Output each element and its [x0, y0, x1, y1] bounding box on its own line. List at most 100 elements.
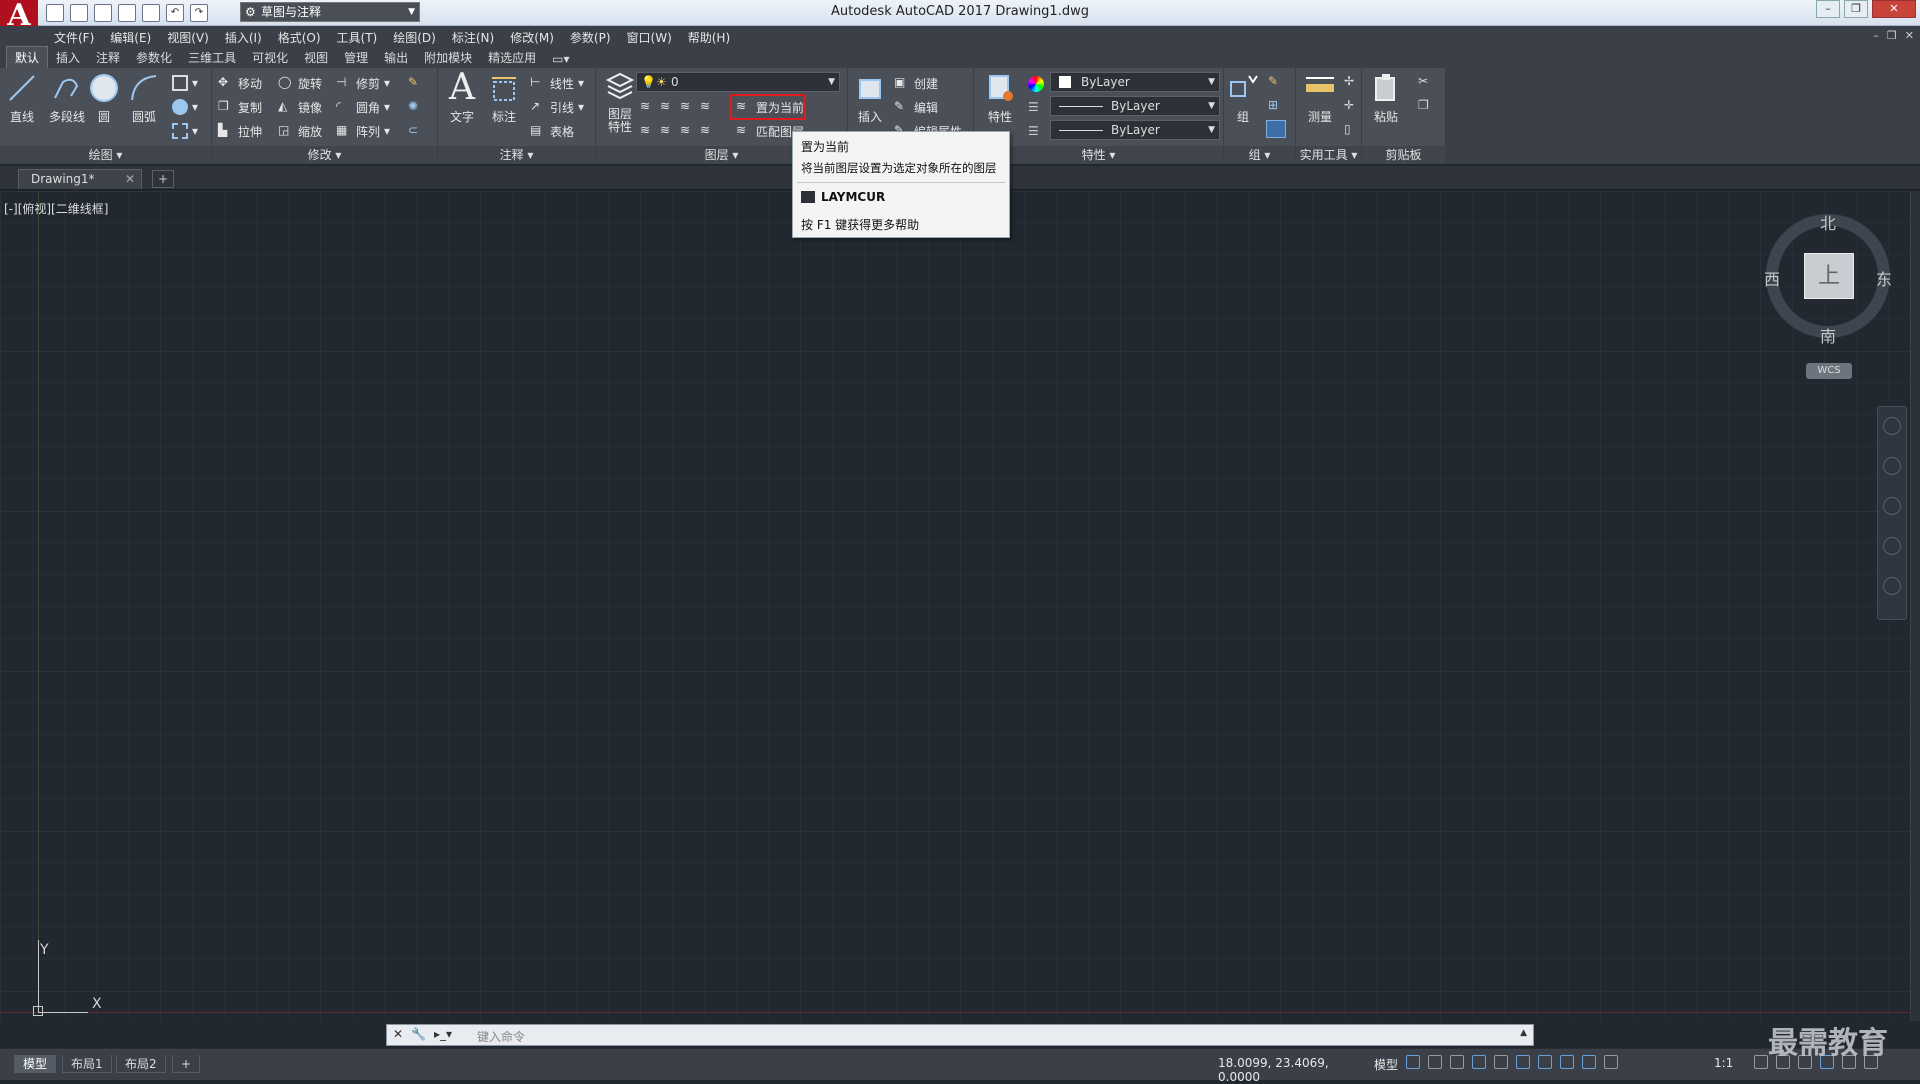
document-tab-drawing1[interactable]: Drawing1* ✕ — [18, 169, 142, 189]
polar-icon[interactable] — [1472, 1055, 1486, 1069]
ungroup-icon[interactable]: ⊞ — [1268, 98, 1278, 112]
fillet-button[interactable]: ◜ 圆角 ▾ — [336, 96, 390, 118]
linear-button[interactable]: ⊢ 线性 ▾ — [530, 72, 584, 94]
pan-icon[interactable] — [1883, 457, 1901, 475]
tab-visualize[interactable]: 可视化 — [244, 47, 296, 68]
annotation-panel-footer[interactable]: 注释 ▾ — [438, 146, 595, 164]
snap-icon[interactable] — [1428, 1055, 1442, 1069]
zoom-icon[interactable] — [1883, 497, 1901, 515]
draw-panel-footer[interactable]: 绘图 ▾ — [0, 146, 211, 164]
trim-button[interactable]: ⊣ 修剪 ▾ — [336, 72, 390, 94]
grid-icon[interactable] — [1406, 1055, 1420, 1069]
compass-west[interactable]: 西 — [1764, 266, 1780, 290]
calculator-icon[interactable]: ▯ — [1344, 122, 1351, 136]
stretch-button[interactable]: ▙ 拉伸 — [218, 120, 262, 142]
leader-button[interactable]: ↗ 引线 ▾ — [530, 96, 584, 118]
close-button[interactable]: ✕ — [1872, 0, 1916, 18]
layout-tab-2[interactable]: 布局2 — [116, 1055, 166, 1073]
command-prompt-icon[interactable]: ▸_▾ — [434, 1027, 452, 1041]
close-icon[interactable]: ✕ — [393, 1027, 403, 1041]
menu-insert[interactable]: 插入(I) — [225, 29, 262, 46]
doc-minimize-button[interactable]: – — [1873, 29, 1879, 42]
menu-dimension[interactable]: 标注(N) — [452, 29, 494, 46]
annotation-visibility-icon[interactable] — [1560, 1055, 1574, 1069]
menu-format[interactable]: 格式(O) — [278, 29, 321, 46]
viewcube-top-face[interactable]: 上 — [1804, 253, 1854, 299]
tab-default[interactable]: 默认 — [6, 46, 49, 68]
minimize-button[interactable]: – — [1816, 0, 1840, 18]
tab-insert[interactable]: 插入 — [48, 47, 88, 68]
circle-button[interactable]: 圆 — [84, 72, 124, 125]
rectangle-button[interactable]: ▾ — [172, 72, 198, 94]
line-button[interactable]: 直线 — [2, 72, 42, 125]
offset-button[interactable]: ⊂ — [408, 120, 424, 142]
id-point-icon[interactable]: ✛ — [1344, 98, 1354, 112]
compass-south[interactable]: 南 — [1820, 323, 1836, 347]
menu-window[interactable]: 窗口(W) — [627, 29, 672, 46]
layer-dropdown[interactable]: 💡☀ 0 ▼ — [636, 72, 840, 92]
object-snap-tracking-icon[interactable] — [1516, 1055, 1530, 1069]
new-tab-button[interactable]: + — [152, 170, 174, 188]
menu-parametric[interactable]: 参数(P) — [570, 29, 611, 46]
cut-icon[interactable]: ✂ — [1418, 74, 1428, 88]
groups-panel-footer[interactable]: 组 ▾ — [1224, 146, 1295, 164]
boundary-button[interactable]: ▾ — [172, 120, 198, 142]
tab-addins[interactable]: 附加模块 — [416, 47, 480, 68]
group-edit-icon[interactable]: ✎ — [1268, 74, 1278, 88]
menu-file[interactable]: 文件(F) — [54, 29, 94, 46]
annotation-scale-icon[interactable] — [1604, 1055, 1618, 1069]
text-button[interactable]: A 文字 — [442, 70, 482, 125]
layer-tool-icon[interactable]: ≋ — [700, 99, 716, 115]
compass-east[interactable]: 东 — [1876, 266, 1892, 290]
gear-icon[interactable] — [1754, 1055, 1768, 1069]
orbit-icon[interactable] — [1883, 537, 1901, 555]
mirror-button[interactable]: ◭ 镜像 — [278, 96, 322, 118]
close-icon[interactable]: ✕ — [125, 170, 135, 188]
create-block-button[interactable]: ▣ 创建 — [894, 72, 938, 94]
layer-tool-icon[interactable]: ≋ — [700, 123, 716, 139]
layer-properties-button[interactable]: 图层 特性 — [600, 72, 640, 134]
tab-annotate[interactable]: 注释 — [88, 47, 128, 68]
command-input[interactable]: 键入命令 — [477, 1028, 525, 1045]
wrench-icon[interactable]: 🔧 — [411, 1027, 426, 1041]
viewport-controls-label[interactable]: [-][俯视][二维线框] — [4, 200, 108, 217]
modify-panel-footer[interactable]: 修改 ▾ — [212, 146, 437, 164]
menu-tools[interactable]: 工具(T) — [337, 29, 378, 46]
insert-block-button[interactable]: 插入 — [850, 72, 890, 125]
color-wheel-icon[interactable] — [1028, 76, 1044, 92]
add-layout-button[interactable]: + — [172, 1055, 201, 1073]
color-dropdown[interactable]: ByLayer ▼ — [1050, 72, 1220, 92]
model-space-button[interactable]: 模型 — [1374, 1056, 1398, 1073]
match-properties-button[interactable]: 特性 — [980, 72, 1020, 125]
tab-3d-tools[interactable]: 三维工具 — [180, 47, 244, 68]
ortho-icon[interactable] — [1450, 1055, 1464, 1069]
menu-view[interactable]: 视图(V) — [167, 29, 209, 46]
group-button[interactable]: 组 — [1226, 72, 1260, 125]
hatch-button[interactable]: ▾ — [172, 96, 198, 118]
layer-tool-icon[interactable]: ≋ — [660, 123, 676, 139]
layer-tool-icon[interactable]: ≋ — [680, 99, 696, 115]
wcs-menu[interactable]: WCS — [1806, 363, 1852, 379]
group-selection-icon[interactable] — [1266, 120, 1286, 138]
tab-manage[interactable]: 管理 — [336, 47, 376, 68]
menu-modify[interactable]: 修改(M) — [510, 29, 554, 46]
menu-draw[interactable]: 绘图(D) — [393, 29, 436, 46]
layer-tool-icon[interactable]: ≋ — [680, 123, 696, 139]
menu-help[interactable]: 帮助(H) — [688, 29, 730, 46]
copy-clip-icon[interactable]: ❐ — [1418, 98, 1429, 112]
showmotion-icon[interactable] — [1883, 577, 1901, 595]
point-icon[interactable]: ✢ — [1344, 74, 1354, 88]
vertical-scrollbar[interactable] — [1910, 191, 1920, 1021]
chevron-up-icon[interactable]: ▲ — [1520, 1028, 1527, 1038]
arc-button[interactable]: 圆弧 — [124, 72, 164, 125]
linetype-dropdown[interactable]: ByLayer ▼ — [1050, 96, 1220, 116]
clipboard-panel-footer[interactable]: 剪贴板 — [1362, 146, 1445, 164]
isodraft-icon[interactable] — [1494, 1055, 1508, 1069]
table-button[interactable]: ▤ 表格 — [530, 120, 574, 142]
copy-button[interactable]: ❐ 复制 — [218, 96, 262, 118]
tab-view[interactable]: 视图 — [296, 47, 336, 68]
ribbon-toggle-icon[interactable]: ▭▾ — [544, 50, 577, 68]
compass-north[interactable]: 北 — [1820, 210, 1836, 234]
scale-button[interactable]: ◲ 缩放 — [278, 120, 322, 142]
array-button[interactable]: ▦ 阵列 ▾ — [336, 120, 390, 142]
